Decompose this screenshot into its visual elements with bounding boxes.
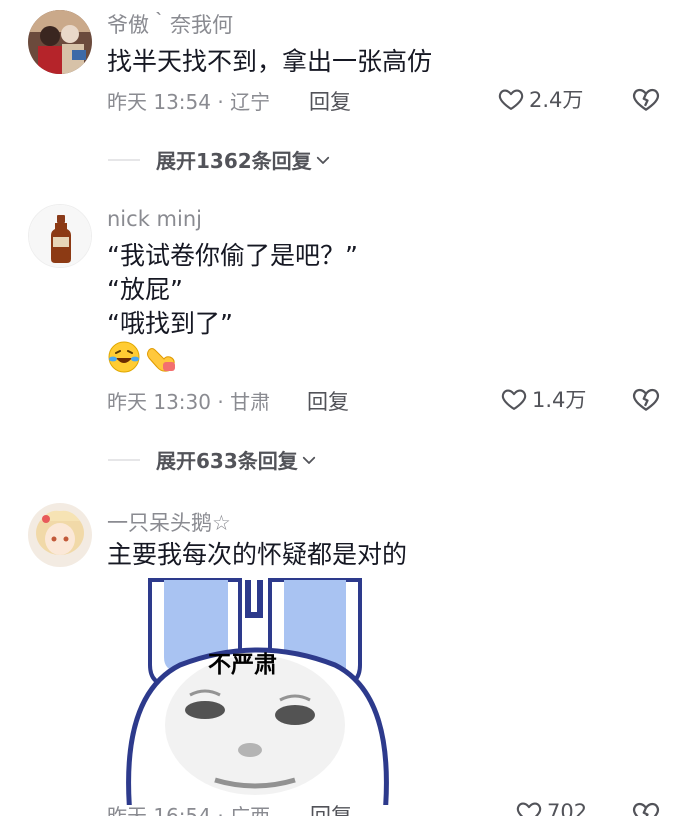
divider [108, 458, 140, 461]
comment-text: 找半天找不到，拿出一张高仿 [107, 47, 433, 76]
avatar[interactable] [28, 204, 92, 268]
reply-button[interactable]: 回复 [309, 86, 351, 116]
like-count: 702 [547, 800, 588, 816]
heart-outline-icon [498, 89, 524, 110]
expand-replies-button[interactable]: 展开1362条回复 [108, 145, 332, 174]
broken-heart-icon[interactable] [631, 384, 661, 414]
expand-replies-button[interactable]: 展开633条回复 [108, 445, 318, 474]
comment-meta: 昨天 16:54 · 广西 [107, 804, 271, 816]
broken-heart-icon[interactable] [631, 84, 661, 114]
expand-replies-label: 展开633条回复 [156, 449, 298, 473]
like-button[interactable]: 2.4万 [497, 84, 583, 114]
username[interactable]: 一只呆头鹅☆ [107, 507, 231, 537]
sticker-caption: 不严肃 [208, 652, 277, 678]
comment-meta: 昨天 13:54 · 辽宁 [107, 90, 271, 114]
pointing-hand-emoji [147, 348, 175, 372]
like-button[interactable]: 702 [515, 798, 587, 816]
username[interactable]: nick minj [107, 207, 202, 231]
comment-text: “我试卷你偷了是吧？” [107, 241, 358, 270]
chevron-down-icon [302, 456, 315, 464]
username[interactable]: 爷傲｀奈我何 [107, 9, 233, 39]
heart-outline-icon [516, 802, 542, 816]
broken-heart-icon[interactable] [631, 798, 661, 816]
avatar[interactable] [28, 10, 92, 74]
heart-outline-icon [501, 389, 527, 410]
like-count: 1.4万 [532, 388, 587, 412]
like-button[interactable]: 1.4万 [500, 384, 586, 414]
divider [108, 158, 140, 161]
reply-button[interactable]: 回复 [310, 800, 352, 816]
like-count: 2.4万 [529, 88, 584, 112]
comment-text: “放屁” [107, 275, 183, 304]
comment-text: 主要我每次的怀疑都是对的 [107, 540, 408, 569]
bunny-sticker-graphic [120, 575, 395, 805]
comment-meta: 昨天 13:30 · 甘肃 [107, 390, 271, 414]
laughing-tears-emoji [108, 341, 140, 373]
reply-button[interactable]: 回复 [307, 386, 349, 416]
expand-replies-label: 展开1362条回复 [156, 149, 312, 173]
comment-text: “哦找到了” [107, 309, 233, 338]
avatar[interactable] [28, 503, 92, 567]
chevron-down-icon [316, 156, 329, 164]
sticker-image[interactable]: 不严肃 [120, 575, 395, 805]
